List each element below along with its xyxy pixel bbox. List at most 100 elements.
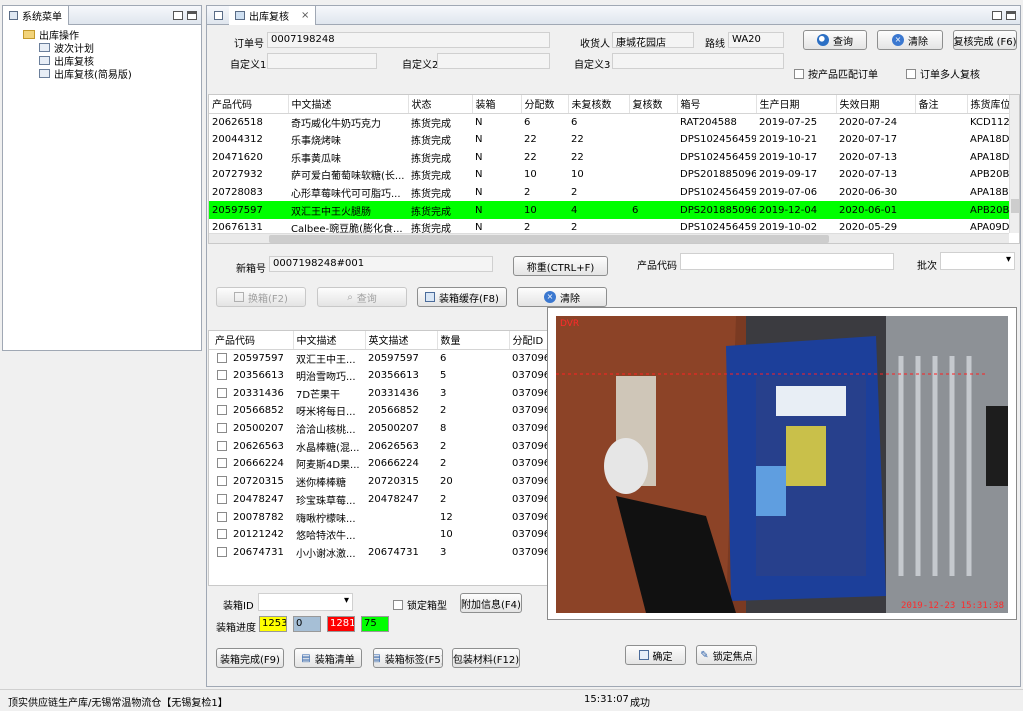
row-checkbox[interactable] xyxy=(217,511,227,522)
pack-material-button[interactable]: 包装材料(F12) xyxy=(452,648,520,668)
row-checkbox[interactable] xyxy=(217,476,227,487)
match-by-product-checkbox[interactable]: 按产品匹配订单 xyxy=(794,66,878,81)
table-row[interactable]: 20471620 乐事黄瓜味 拣货完成 N 22 22 DPS102456459 2019-1… xyxy=(209,148,1019,166)
tab-outbound-review[interactable]: 出库复核 × xyxy=(229,5,317,25)
maximize-icon[interactable] xyxy=(1006,10,1016,20)
row-checkbox[interactable] xyxy=(217,387,227,398)
weigh-button[interactable]: 称重(CTRL+F) xyxy=(513,256,608,276)
table-row[interactable]: 20597597 双汇王中王... 20597597 6 0370969 xyxy=(209,349,552,367)
table-row[interactable]: 20356613 明治雪吻巧... 20356613 5 0370969 xyxy=(209,367,552,385)
maximize-icon[interactable] xyxy=(187,10,197,20)
row-checkbox[interactable] xyxy=(217,440,227,451)
column-header[interactable]: 数量 xyxy=(437,331,510,350)
box-list-button[interactable]: ▤ 装箱清单 xyxy=(294,648,362,668)
tree-item[interactable]: 出库复核(简易版) xyxy=(3,67,201,81)
column-header[interactable]: 产品代码 xyxy=(209,331,294,350)
table-row[interactable]: 20728083 心形草莓味代可可脂巧... 拣货完成 N 2 2 DPS102456459… xyxy=(209,184,1019,202)
clear-button[interactable]: × 清除 xyxy=(877,30,943,50)
product-code-input[interactable] xyxy=(680,253,894,270)
row-checkbox[interactable] xyxy=(217,546,227,557)
tree-item[interactable]: 波次计划 xyxy=(3,41,201,55)
table-cell: 20666224 xyxy=(209,455,293,473)
table-row[interactable]: 20121242 悠哈特浓牛... 10 0370969 xyxy=(209,526,552,544)
column-header[interactable]: 状态 xyxy=(408,95,473,114)
table-row[interactable]: 20626518 奇巧威化牛奶巧克力 拣货完成 N 6 6 RAT204588 2019-07… xyxy=(209,113,1019,131)
column-header[interactable]: 生产日期 xyxy=(756,95,837,114)
column-header[interactable]: 分配数 xyxy=(521,95,569,114)
box-query-button[interactable]: ⌕ 查询 xyxy=(317,287,407,307)
box-clear-button[interactable]: × 清除 xyxy=(517,287,607,307)
row-checkbox[interactable] xyxy=(217,529,227,540)
table-row[interactable]: 20674731 小小谢冰激... 20674731 3 0370969 xyxy=(209,544,552,562)
horizontal-scrollbar[interactable] xyxy=(209,233,1009,243)
row-checkbox[interactable] xyxy=(217,352,227,363)
row-checkbox[interactable] xyxy=(217,423,227,434)
column-header[interactable]: 中文描述 xyxy=(293,331,366,350)
column-header[interactable]: 产品代码 xyxy=(209,95,289,114)
column-header[interactable]: 备注 xyxy=(915,95,968,114)
row-checkbox[interactable] xyxy=(217,405,227,416)
table-row[interactable]: 20078782 嗨啾柠檬味... 12 0370969 xyxy=(209,508,552,526)
box-label-button[interactable]: ▤装箱标签(F5) xyxy=(373,648,443,668)
table-row[interactable]: 20478247 珍宝珠草莓... 20478247 2 0370969 xyxy=(209,491,552,509)
new-box-field[interactable]: 0007198248#001 xyxy=(269,256,493,272)
table-row[interactable]: 20566852 呀米将每日... 20566852 2 0370969 xyxy=(209,402,552,420)
column-header[interactable]: 复核数 xyxy=(629,95,678,114)
lock-focus-button[interactable]: ✎ 锁定焦点 xyxy=(696,645,757,665)
table-row[interactable]: 20626563 水晶棒糖(混... 20626563 2 0370969 xyxy=(209,437,552,455)
table-cell xyxy=(915,131,967,149)
batch-select[interactable]: ▾ xyxy=(940,252,1015,270)
table-cell xyxy=(629,131,677,149)
vertical-scrollbar[interactable] xyxy=(1009,95,1019,233)
checkbox[interactable] xyxy=(393,599,403,610)
cell-text: 20666224 xyxy=(368,458,419,470)
tree-item[interactable]: 出库操作 xyxy=(3,28,201,42)
custom1-field[interactable] xyxy=(267,53,377,69)
table-row[interactable]: 20666224 阿麦斯4D果... 20666224 2 0370969 xyxy=(209,455,552,473)
checkbox[interactable] xyxy=(906,68,916,79)
lock-box-type-checkbox[interactable]: 锁定箱型 xyxy=(393,597,447,612)
query-button[interactable]: 查询 xyxy=(803,30,867,50)
extra-info-button[interactable]: 附加信息(F4) xyxy=(460,593,522,613)
tab-system-menu[interactable]: 系统菜单 xyxy=(3,5,69,25)
scroll-thumb[interactable] xyxy=(269,235,829,243)
table-row[interactable]: 20044312 乐事烧烤味 拣货完成 N 22 22 DPS102456459 2019-1… xyxy=(209,131,1019,149)
row-checkbox[interactable] xyxy=(217,370,227,381)
box-cache-button[interactable]: 装箱缓存(F8) xyxy=(417,287,507,307)
close-icon[interactable]: × xyxy=(301,10,309,21)
save-icon xyxy=(425,292,436,302)
camera-feed-window[interactable]: DVR 2019-12-23 15:31:38 xyxy=(547,307,1017,620)
column-header[interactable]: 箱号 xyxy=(677,95,757,114)
confirm-button[interactable]: 确定 xyxy=(625,645,686,665)
row-checkbox[interactable] xyxy=(217,458,227,469)
row-checkbox[interactable] xyxy=(217,493,227,504)
column-header[interactable]: 装箱 xyxy=(472,95,522,114)
checkbox[interactable] xyxy=(794,68,804,79)
column-header[interactable]: 未复核数 xyxy=(568,95,630,114)
custom3-field[interactable] xyxy=(612,53,784,69)
custom2-field[interactable] xyxy=(437,53,550,69)
change-box-button[interactable]: 换箱(F2) xyxy=(216,287,306,307)
minimize-icon[interactable] xyxy=(992,10,1002,20)
table-cell: 6 xyxy=(437,349,509,367)
order-number-field[interactable]: 0007198248 xyxy=(267,32,550,48)
table-row[interactable]: 20331436 7D芒果干 20331436 3 0370969 xyxy=(209,384,552,402)
review-complete-button[interactable]: 复核完成 (F6) xyxy=(953,30,1017,50)
minimize-icon[interactable] xyxy=(173,10,183,20)
route-field[interactable]: WA20 xyxy=(728,32,784,48)
table-row[interactable]: 20597597 双汇王中王火腿肠 拣货完成 N 10 4 6 DPS201885096 201… xyxy=(209,201,1019,220)
consignee-field[interactable]: 康城花园店 xyxy=(612,32,694,48)
table-row[interactable]: 20727932 萨可爱白葡萄味软糖(长... 拣货完成 N 10 10 DPS201885… xyxy=(209,166,1019,184)
camera-scene-image xyxy=(556,316,1008,613)
column-header[interactable]: 中文描述 xyxy=(288,95,409,114)
box-id-select[interactable]: ▾ xyxy=(258,593,353,611)
box-complete-button[interactable]: 装箱完成(F9) xyxy=(216,648,284,668)
multi-person-review-checkbox[interactable]: 订单多人复核 xyxy=(906,66,980,81)
table-row[interactable]: 20720315 迷你棒棒糖 20720315 20 0370969 xyxy=(209,473,552,491)
column-header[interactable]: 英文描述 xyxy=(365,331,438,350)
column-header[interactable]: 失效日期 xyxy=(836,95,916,114)
table-row[interactable]: 20500207 洽洽山核桃... 20500207 8 0370969 xyxy=(209,420,552,438)
scroll-thumb[interactable] xyxy=(1011,199,1019,213)
table-cell: 2019-10-17 xyxy=(759,151,818,163)
table-cell: 2019-09-17 xyxy=(759,169,818,181)
